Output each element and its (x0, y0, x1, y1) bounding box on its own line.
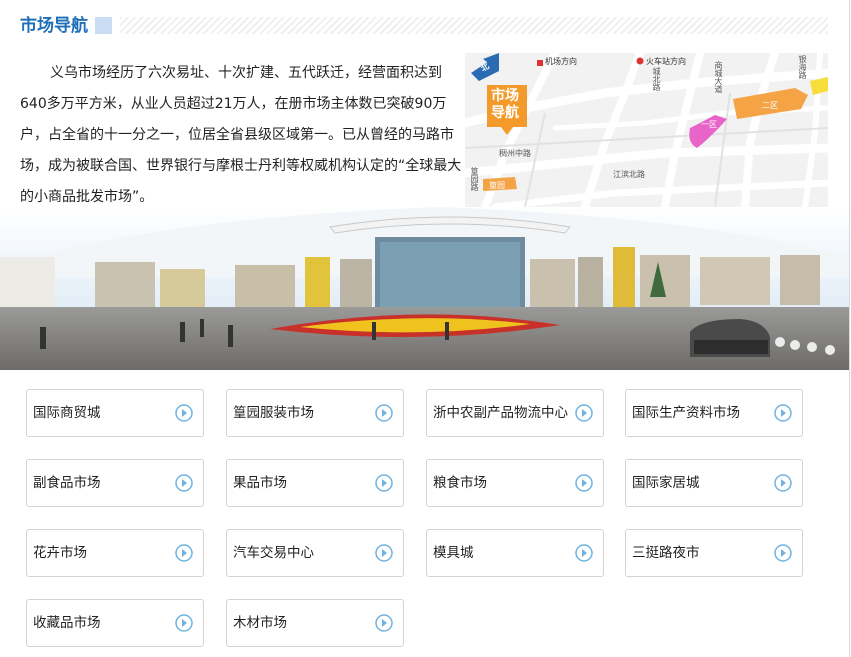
market-button[interactable]: 收藏品市场 (26, 599, 204, 647)
market-button-label: 副食品市场 (33, 475, 101, 491)
arrow-right-circle-icon (575, 404, 593, 422)
map-label-huangyuan-road: 篁园路 (470, 167, 479, 191)
section-title: 市场导航 (20, 16, 88, 36)
arrow-right-circle-icon (375, 474, 393, 492)
market-button-label: 国际生产资料市场 (632, 405, 740, 421)
market-button[interactable]: 花卉市场 (26, 529, 204, 577)
market-button-label: 浙中农副产品物流中心 (433, 405, 568, 421)
map-graphic (465, 53, 828, 207)
intro-paragraph: 义乌市场经历了六次易址、十次扩建、五代跃迁，经营面积达到640多万平方米，从业人… (20, 65, 462, 205)
market-button-label: 木材市场 (233, 615, 287, 631)
arrow-right-circle-icon (575, 544, 593, 562)
market-button[interactable]: 浙中农副产品物流中心 (426, 389, 604, 437)
arrow-right-circle-icon (375, 544, 393, 562)
title-square-decoration (95, 17, 112, 34)
market-button[interactable]: 三挺路夜市 (625, 529, 803, 577)
map-label-station: 火车站方向 (646, 57, 686, 66)
market-button[interactable]: 粮食市场 (426, 459, 604, 507)
map-label-choujiang: 稠州中路 (499, 149, 531, 158)
market-button[interactable]: 汽车交易中心 (226, 529, 404, 577)
arrow-right-circle-icon (175, 474, 193, 492)
market-button[interactable]: 模具城 (426, 529, 604, 577)
market-nav-panel: 市场导航 义乌市场经历了六次易址、十次扩建、五代跃迁，经营面积达到640多万平方… (0, 0, 850, 657)
map-label-yinhai: 银海路 (798, 55, 807, 79)
map-label-airport: 机场方向 (545, 57, 577, 66)
market-button-label: 果品市场 (233, 475, 287, 491)
market-map[interactable]: 北 市场 导航 机场方向 火车站方向 城北路 商城大道 银海路 一区 二区 稠州… (465, 53, 828, 207)
market-button-label: 国际商贸城 (33, 405, 101, 421)
arrow-right-circle-icon (774, 544, 792, 562)
market-button-label: 模具城 (433, 545, 474, 561)
arrow-right-circle-icon (175, 404, 193, 422)
map-label-jiangdong: 江滨北路 (613, 170, 645, 179)
market-button[interactable]: 木材市场 (226, 599, 404, 647)
market-button-label: 收藏品市场 (33, 615, 101, 631)
arrow-right-circle-icon (175, 614, 193, 632)
map-badge-line1: 市场 (491, 88, 519, 104)
market-button[interactable]: 国际家居城 (625, 459, 803, 507)
map-label-huangyuan: 篁园 (489, 181, 505, 190)
market-button-label: 篁园服装市场 (233, 405, 314, 421)
map-badge-line2: 导航 (491, 105, 519, 121)
map-label-shangcheng: 商城大道 (714, 61, 723, 93)
arrow-right-circle-icon (375, 614, 393, 632)
market-panorama-photo (0, 207, 849, 370)
market-button-label: 汽车交易中心 (233, 545, 314, 561)
arrow-right-circle-icon (375, 404, 393, 422)
arrow-right-circle-icon (774, 474, 792, 492)
title-stripe-decoration (120, 17, 828, 34)
market-button-label: 国际家居城 (632, 475, 700, 491)
market-button[interactable]: 篁园服装市场 (226, 389, 404, 437)
arrow-right-circle-icon (575, 474, 593, 492)
market-button-label: 粮食市场 (433, 475, 487, 491)
arrow-right-circle-icon (175, 544, 193, 562)
map-label-chengbei: 城北路 (652, 67, 661, 91)
map-label-zone1: 一区 (701, 120, 717, 129)
market-button[interactable]: 副食品市场 (26, 459, 204, 507)
market-button-label: 花卉市场 (33, 545, 87, 561)
market-button[interactable]: 国际商贸城 (26, 389, 204, 437)
market-button-label: 三挺路夜市 (632, 545, 700, 561)
arrow-right-circle-icon (774, 404, 792, 422)
section-header: 市场导航 (20, 14, 828, 38)
market-button[interactable]: 果品市场 (226, 459, 404, 507)
market-button[interactable]: 国际生产资料市场 (625, 389, 803, 437)
map-label-zone2: 二区 (762, 101, 778, 110)
